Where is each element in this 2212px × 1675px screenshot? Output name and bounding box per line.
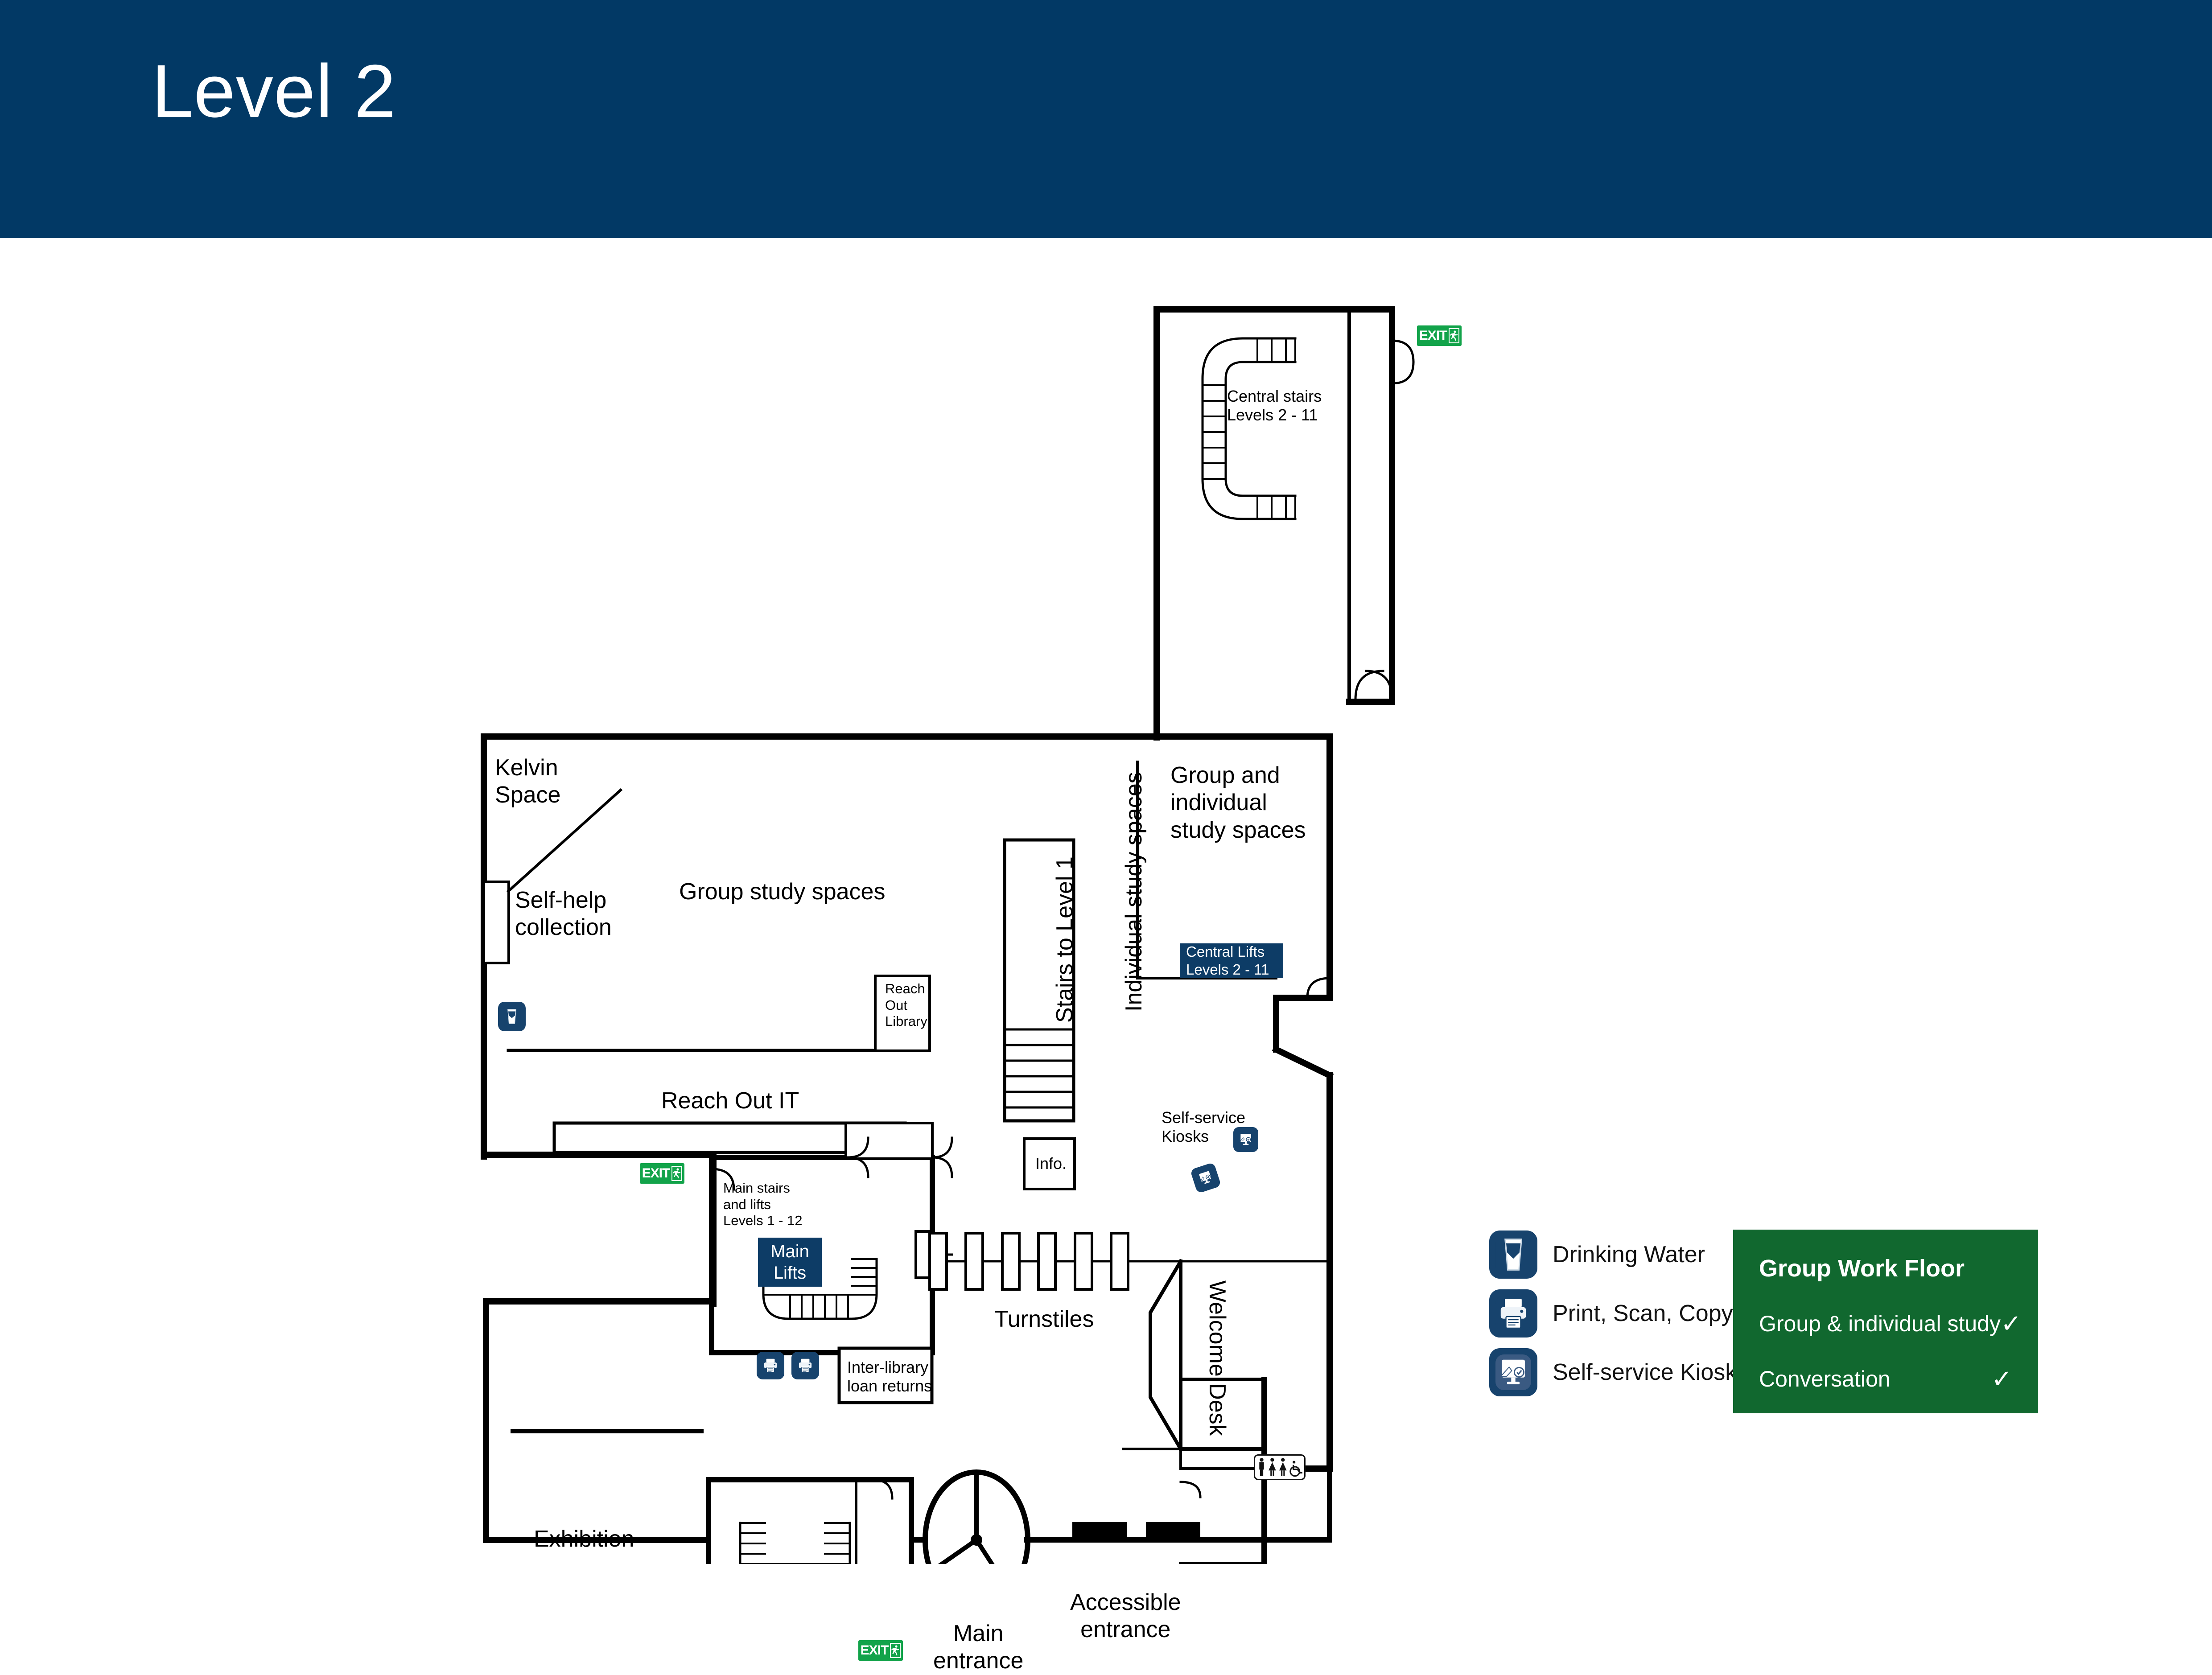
running-person-icon (1449, 328, 1460, 343)
room-label-self-help-collection: Self-help collection (515, 887, 612, 941)
room-label-kelvin-space: Kelvin Space (495, 755, 561, 808)
room-label-group-study-spaces: Group study spaces (679, 879, 886, 905)
page-header: Level 2 (0, 0, 2212, 238)
panel-row-conversation: Conversation ✓ (1759, 1366, 2012, 1392)
panel-title: Group Work Floor (1759, 1255, 1965, 1282)
room-label-stairs-to-level-1: Stairs to Level 1 (1052, 856, 1078, 1023)
room-label-inter-library-loan-returns: Inter-library loan returns (847, 1358, 932, 1395)
legend-label-self-service-kiosk: Self-service Kiosk (1553, 1359, 1737, 1385)
drinking-water-icon (1489, 1231, 1537, 1279)
central-lifts-line1: Central Lifts (1186, 943, 1265, 960)
room-label-reach-out-it: Reach Out IT (661, 1088, 799, 1114)
panel-row-group-individual-study: Group & individual study ✓ (1759, 1311, 2022, 1337)
legend-item-drinking-water: Drinking Water (1489, 1231, 1705, 1279)
exit-label: EXIT (642, 1166, 671, 1181)
printer-icon (757, 1352, 784, 1379)
panel-row-label: Conversation (1759, 1366, 1891, 1391)
central-lifts-chip[interactable]: Central Lifts Levels 2 - 11 (1180, 943, 1283, 978)
legend-item-print-scan-copy: Print, Scan, Copy (1489, 1289, 1733, 1338)
room-label-reach-out-library: Reach Out Library (885, 981, 927, 1029)
room-label-info: Info. (1035, 1154, 1067, 1173)
check-icon: ✓ (2000, 1309, 2022, 1338)
exit-sign-top-right: EXIT (1417, 325, 1462, 346)
room-label-group-and-individual-study-spaces: Group and individual study spaces (1170, 762, 1306, 843)
self-service-kiosk-icon (1489, 1348, 1537, 1396)
exit-sign-mid-left: EXIT (640, 1163, 684, 1184)
room-label-welcome-desk: Welcome Desk (1204, 1280, 1230, 1436)
printer-icon (1489, 1289, 1537, 1338)
drinking-water-icon (498, 1002, 526, 1031)
room-label-individual-study-spaces: Individual study spaces (1121, 772, 1147, 1012)
room-label-central-stairs: Central stairs Levels 2 - 11 (1227, 387, 1322, 424)
room-label-self-service-kiosks: Self-service Kiosks (1162, 1108, 1246, 1146)
check-icon: ✓ (1991, 1365, 2012, 1393)
running-person-icon (671, 1166, 683, 1181)
main-lifts-line1: Main (770, 1242, 809, 1261)
legend-item-self-service-kiosk: Self-service Kiosk (1489, 1348, 1737, 1396)
legend-label-drinking-water: Drinking Water (1553, 1242, 1705, 1268)
room-label-main-entrance: Main entrance (933, 1621, 1024, 1674)
room-label-exhibition: Exhibition (534, 1526, 634, 1552)
toilets-icon (1254, 1454, 1306, 1480)
running-person-icon (890, 1643, 901, 1658)
exit-label: EXIT (1419, 328, 1448, 343)
room-label-turnstiles: Turnstiles (994, 1306, 1094, 1332)
page-title: Level 2 (152, 49, 396, 133)
self-service-kiosk-icon (1233, 1127, 1258, 1152)
legend: Drinking Water Print, Scan, Copy Self-se… (1489, 1231, 1739, 1396)
main-lifts-chip[interactable]: Main Lifts (758, 1238, 822, 1287)
printer-icon (791, 1352, 819, 1379)
room-label-main-stairs-and-lifts: Main stairs and lifts Levels 1 - 12 (723, 1180, 803, 1229)
group-work-floor-panel: Group Work Floor Group & individual stud… (1733, 1230, 2038, 1413)
exit-label: EXIT (860, 1643, 889, 1658)
main-lifts-line2: Lifts (773, 1263, 807, 1283)
exit-sign-bottom: EXIT (858, 1640, 903, 1661)
room-label-accessible-entrance: Accessible entrance (1070, 1589, 1181, 1643)
legend-label-print-scan-copy: Print, Scan, Copy (1553, 1300, 1733, 1326)
panel-row-label: Group & individual study (1759, 1311, 2001, 1336)
central-lifts-line2: Levels 2 - 11 (1186, 961, 1269, 978)
